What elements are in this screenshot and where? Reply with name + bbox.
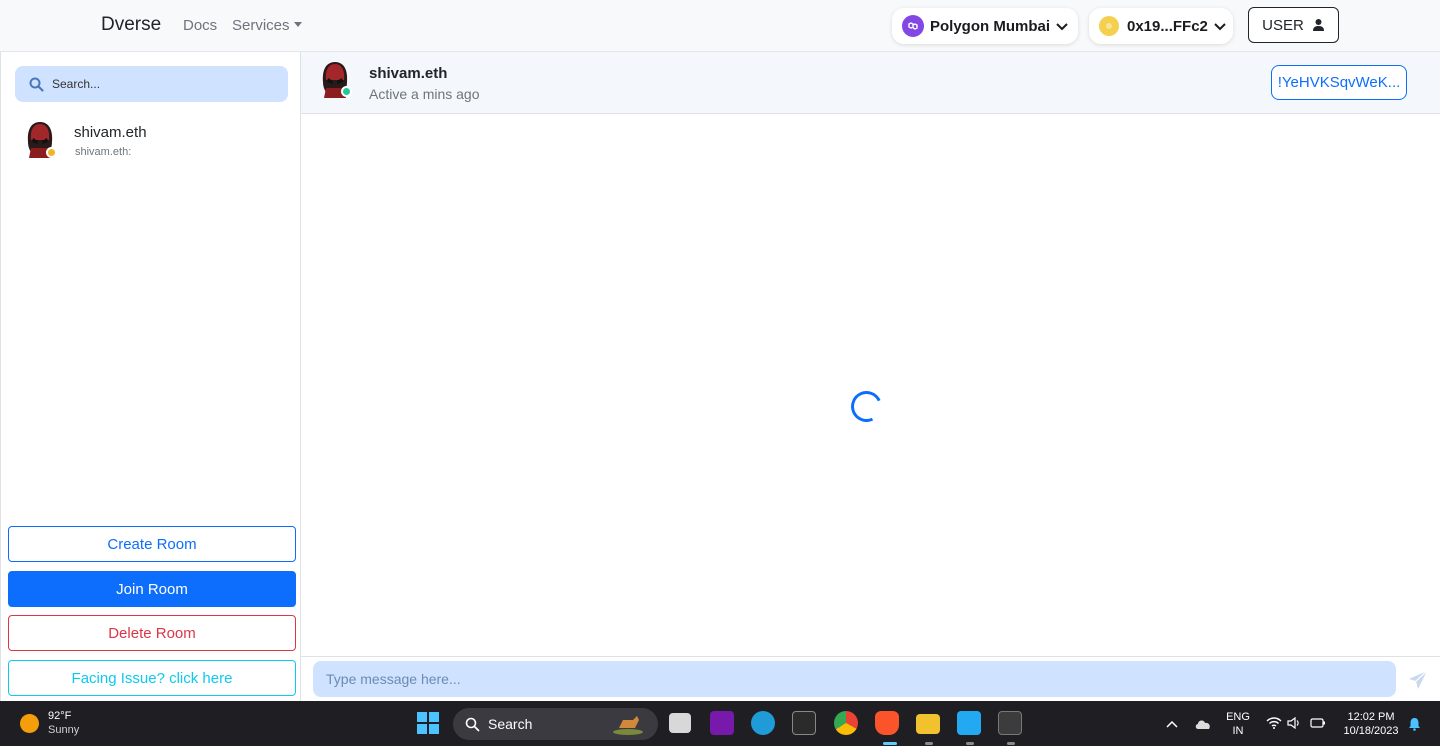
chat-contact-name: shivam.eth [369, 65, 448, 82]
chevron-down-icon [1214, 18, 1226, 35]
loading-spinner-icon [846, 386, 887, 427]
top-navbar: Dverse Docs Services Polygon Mumbai 0x19… [0, 0, 1440, 52]
caret-down-icon [293, 22, 302, 27]
language-indicator[interactable]: ENG IN [1225, 710, 1251, 738]
battery-icon[interactable] [1310, 717, 1326, 729]
join-room-button[interactable]: Join Room [8, 571, 296, 607]
nav-services-label: Services [232, 17, 290, 34]
message-area [301, 114, 1440, 656]
create-room-button[interactable]: Create Room [8, 526, 296, 562]
status-away-dot [46, 147, 57, 158]
active-app-indicator [883, 742, 897, 745]
polygon-network-icon [902, 15, 924, 37]
account-avatar-icon [1099, 16, 1119, 36]
weather-condition: Sunny [48, 724, 80, 736]
user-button-label: USER [1262, 16, 1304, 34]
language-code: ENG [1226, 711, 1250, 723]
nav-docs-link[interactable]: Docs [183, 17, 217, 34]
room-id-button[interactable]: !YeHVKSqvWeK... [1271, 65, 1407, 100]
search-highlight-fox-icon [613, 716, 643, 735]
clock-time: 12:02 PM [1347, 711, 1395, 723]
user-menu-button[interactable]: USER [1248, 7, 1339, 43]
file-explorer-icon[interactable] [916, 714, 940, 734]
volume-icon[interactable] [1287, 717, 1301, 729]
message-input[interactable] [313, 661, 1396, 697]
search-icon [465, 717, 480, 731]
taskbar-search-box[interactable]: Search [453, 708, 658, 740]
account-address: 0x19...FFc2 [1127, 17, 1208, 35]
chrome-browser-icon[interactable] [834, 711, 858, 735]
status-online-dot [341, 86, 352, 97]
taskbar-search-label: Search [488, 716, 533, 732]
windows-terminal-icon[interactable] [998, 711, 1022, 735]
send-icon[interactable] [1408, 670, 1428, 690]
brand-logo[interactable]: Dverse [101, 14, 161, 36]
search-input[interactable] [52, 77, 272, 91]
brave-browser-icon[interactable] [875, 711, 899, 735]
report-issue-button[interactable]: Facing Issue? click here [8, 660, 296, 696]
onenote-icon[interactable] [710, 711, 734, 735]
contact-name: shivam.eth [74, 124, 147, 141]
search-icon [29, 77, 44, 92]
onedrive-cloud-icon[interactable] [1194, 718, 1212, 730]
sidebar: shivam.eth shivam.eth: Create Room Join … [0, 52, 301, 701]
edge-browser-icon[interactable] [751, 711, 775, 735]
terminal-app-icon[interactable] [792, 711, 816, 735]
contact-list-item[interactable]: shivam.eth shivam.eth: [1, 112, 300, 172]
message-composer [301, 656, 1440, 701]
weather-temperature: 92°F [48, 710, 72, 722]
notification-bell-icon[interactable] [1408, 717, 1421, 731]
open-app-indicator [966, 742, 974, 745]
network-selector-button[interactable]: Polygon Mumbai [892, 8, 1078, 44]
wifi-icon[interactable] [1266, 717, 1282, 729]
vscode-icon[interactable] [957, 711, 981, 735]
chat-header: shivam.eth Active a mins ago !YeHVKSqvWe… [301, 52, 1440, 114]
clock[interactable]: 12:02 PM 10/18/2023 [1338, 710, 1404, 738]
chat-contact-status: Active a mins ago [369, 86, 480, 102]
avatar [318, 60, 352, 100]
start-button-windows-icon[interactable] [417, 712, 439, 734]
chevron-up-icon[interactable] [1166, 720, 1178, 728]
chevron-down-icon [1056, 18, 1068, 35]
contact-message-preview: shivam.eth: [75, 146, 132, 158]
sidebar-search[interactable] [15, 66, 288, 102]
avatar [23, 120, 57, 160]
task-view-icon[interactable] [669, 713, 691, 733]
region-code: IN [1232, 725, 1244, 737]
windows-taskbar: 92°F Sunny Search ENG IN 12:02 PM 10/18/… [0, 701, 1440, 746]
clock-date: 10/18/2023 [1343, 725, 1399, 737]
open-app-indicator [1007, 742, 1015, 745]
network-name: Polygon Mumbai [930, 17, 1050, 35]
weather-widget[interactable]: 92°F Sunny [20, 709, 79, 737]
account-button[interactable]: 0x19...FFc2 [1089, 8, 1233, 44]
sun-icon [20, 713, 39, 733]
delete-room-button[interactable]: Delete Room [8, 615, 296, 651]
person-icon [1312, 19, 1324, 31]
open-app-indicator [925, 742, 933, 745]
nav-services-dropdown[interactable]: Services [232, 17, 302, 34]
